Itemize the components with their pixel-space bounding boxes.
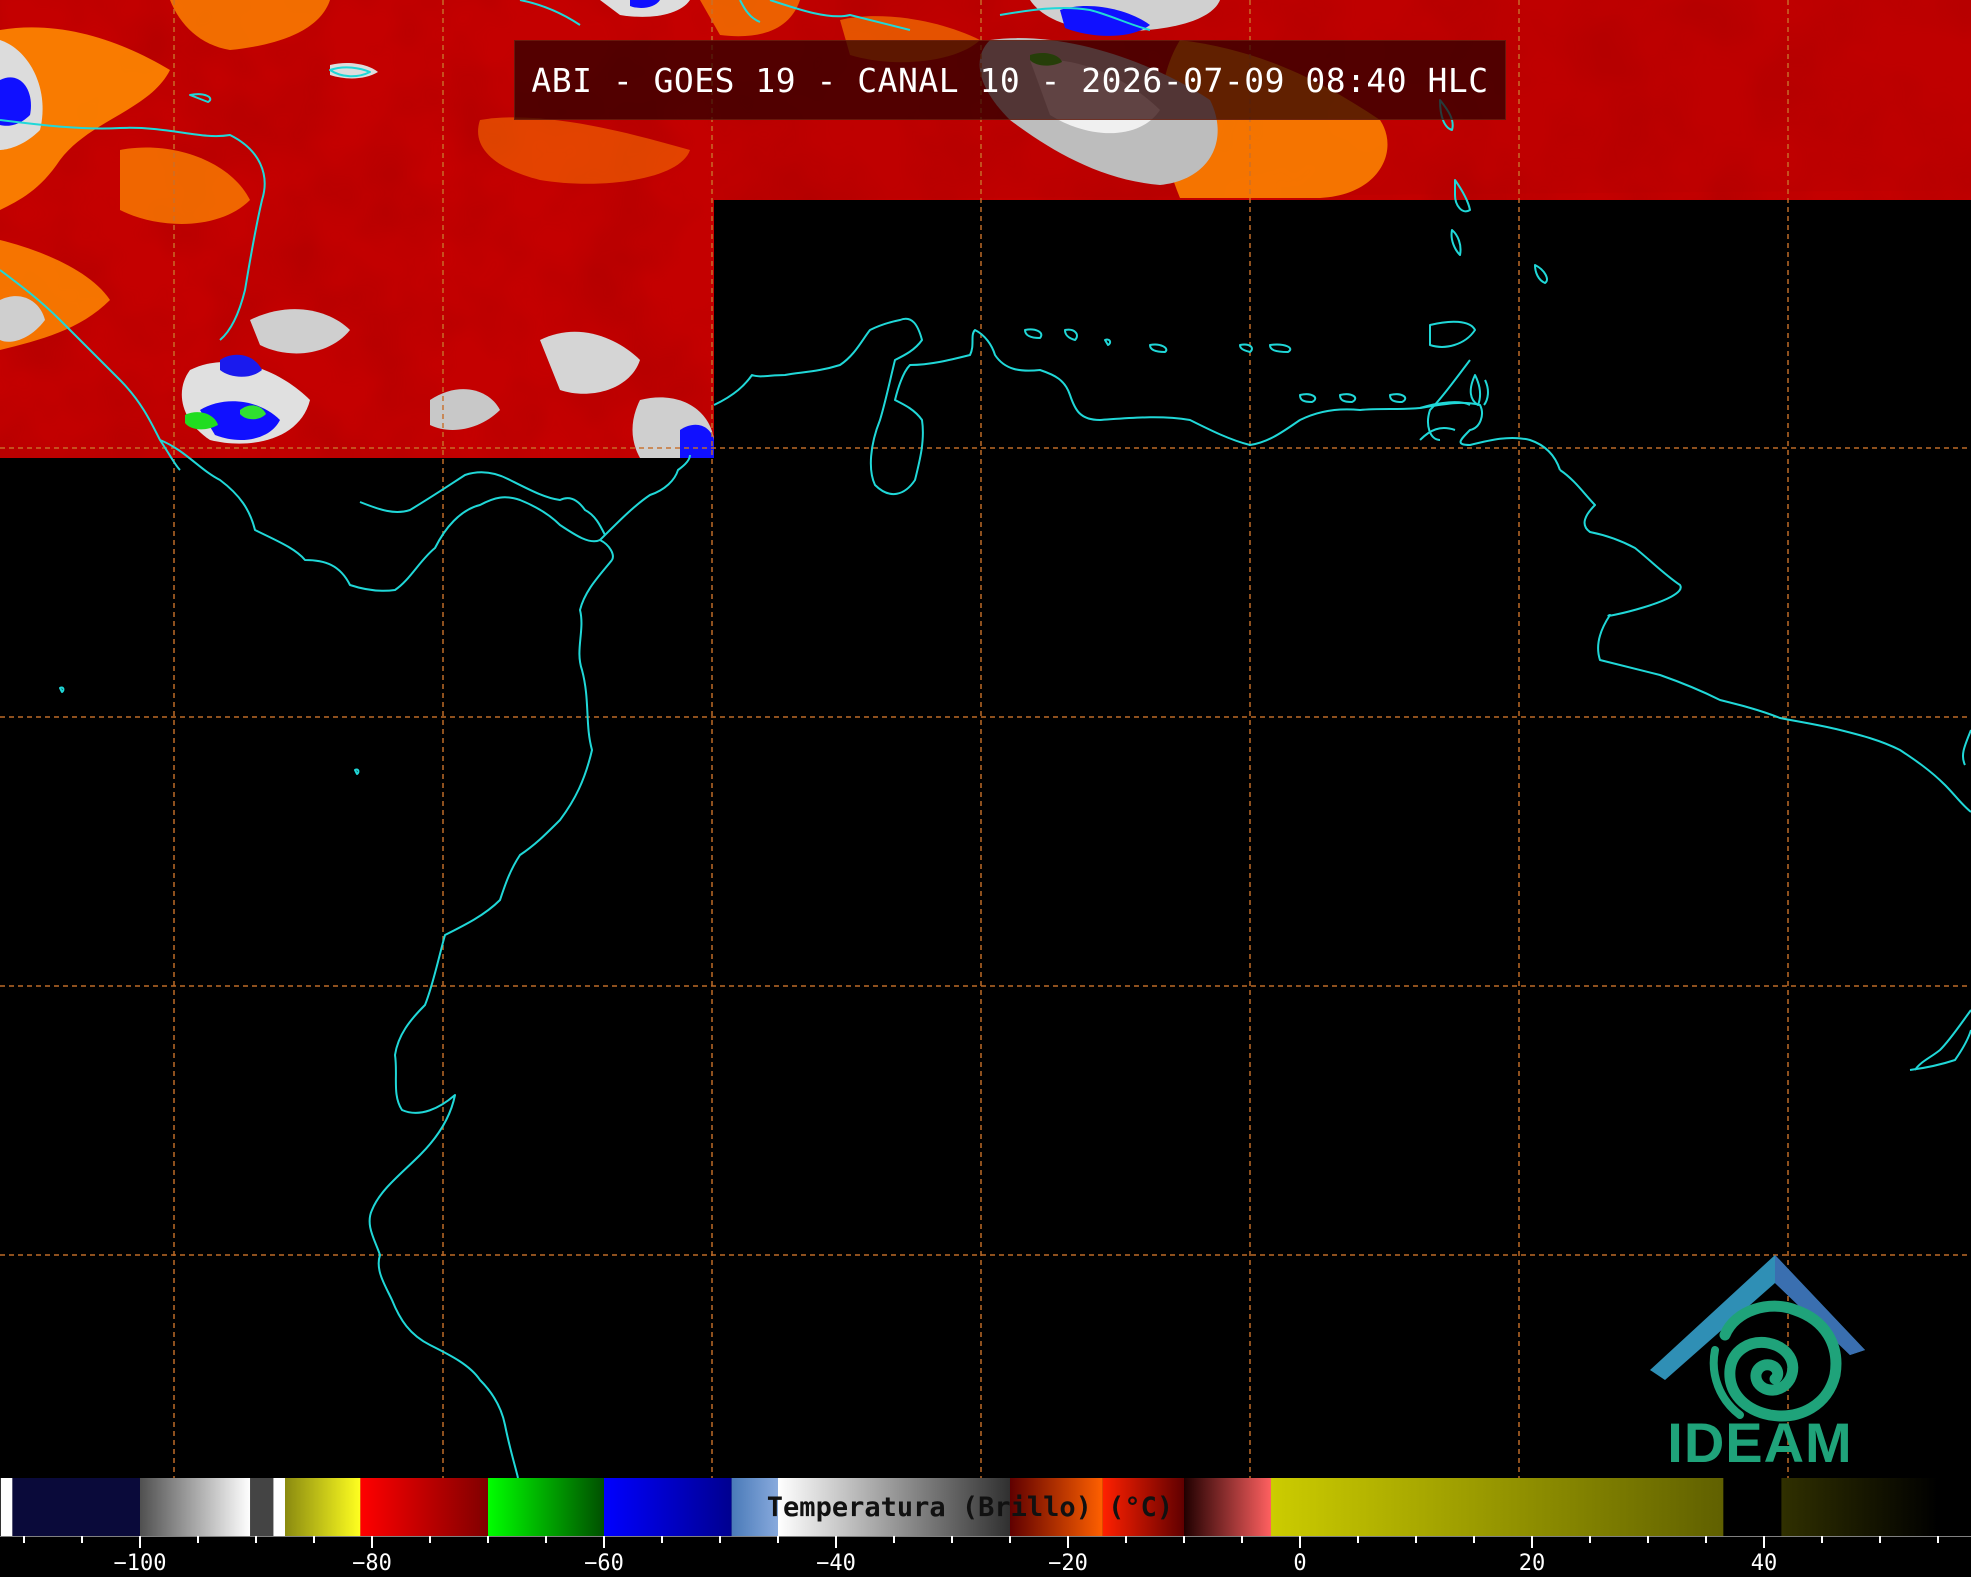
ideam-logo-emblem (1650, 1255, 1865, 1422)
tick-label: 20 (1519, 1551, 1546, 1576)
ideam-logo-text: IDEAM (1667, 1411, 1853, 1474)
colorbar-label: Temperatura (Brillo) (°C) (766, 1491, 1174, 1523)
map-title: ABI - GOES 19 - CANAL 10 - 2026-07-09 08… (531, 60, 1489, 100)
tick-label: −40 (816, 1551, 856, 1576)
tick-label: −100 (114, 1551, 167, 1576)
tick-label: −20 (1048, 1551, 1088, 1576)
colorbar-axis: −100 −80 −60 −40 −20 0 20 40 (0, 1536, 1971, 1576)
satellite-map (0, 0, 1971, 1479)
temperature-colorbar: Temperatura (Brillo) (°C) (0, 1478, 1971, 1536)
tick-label: −60 (584, 1551, 624, 1576)
tick-label: −80 (352, 1551, 392, 1576)
tick-label: 40 (1751, 1551, 1778, 1576)
tick-label: 0 (1293, 1551, 1306, 1576)
map-title-box: ABI - GOES 19 - CANAL 10 - 2026-07-09 08… (514, 40, 1506, 120)
